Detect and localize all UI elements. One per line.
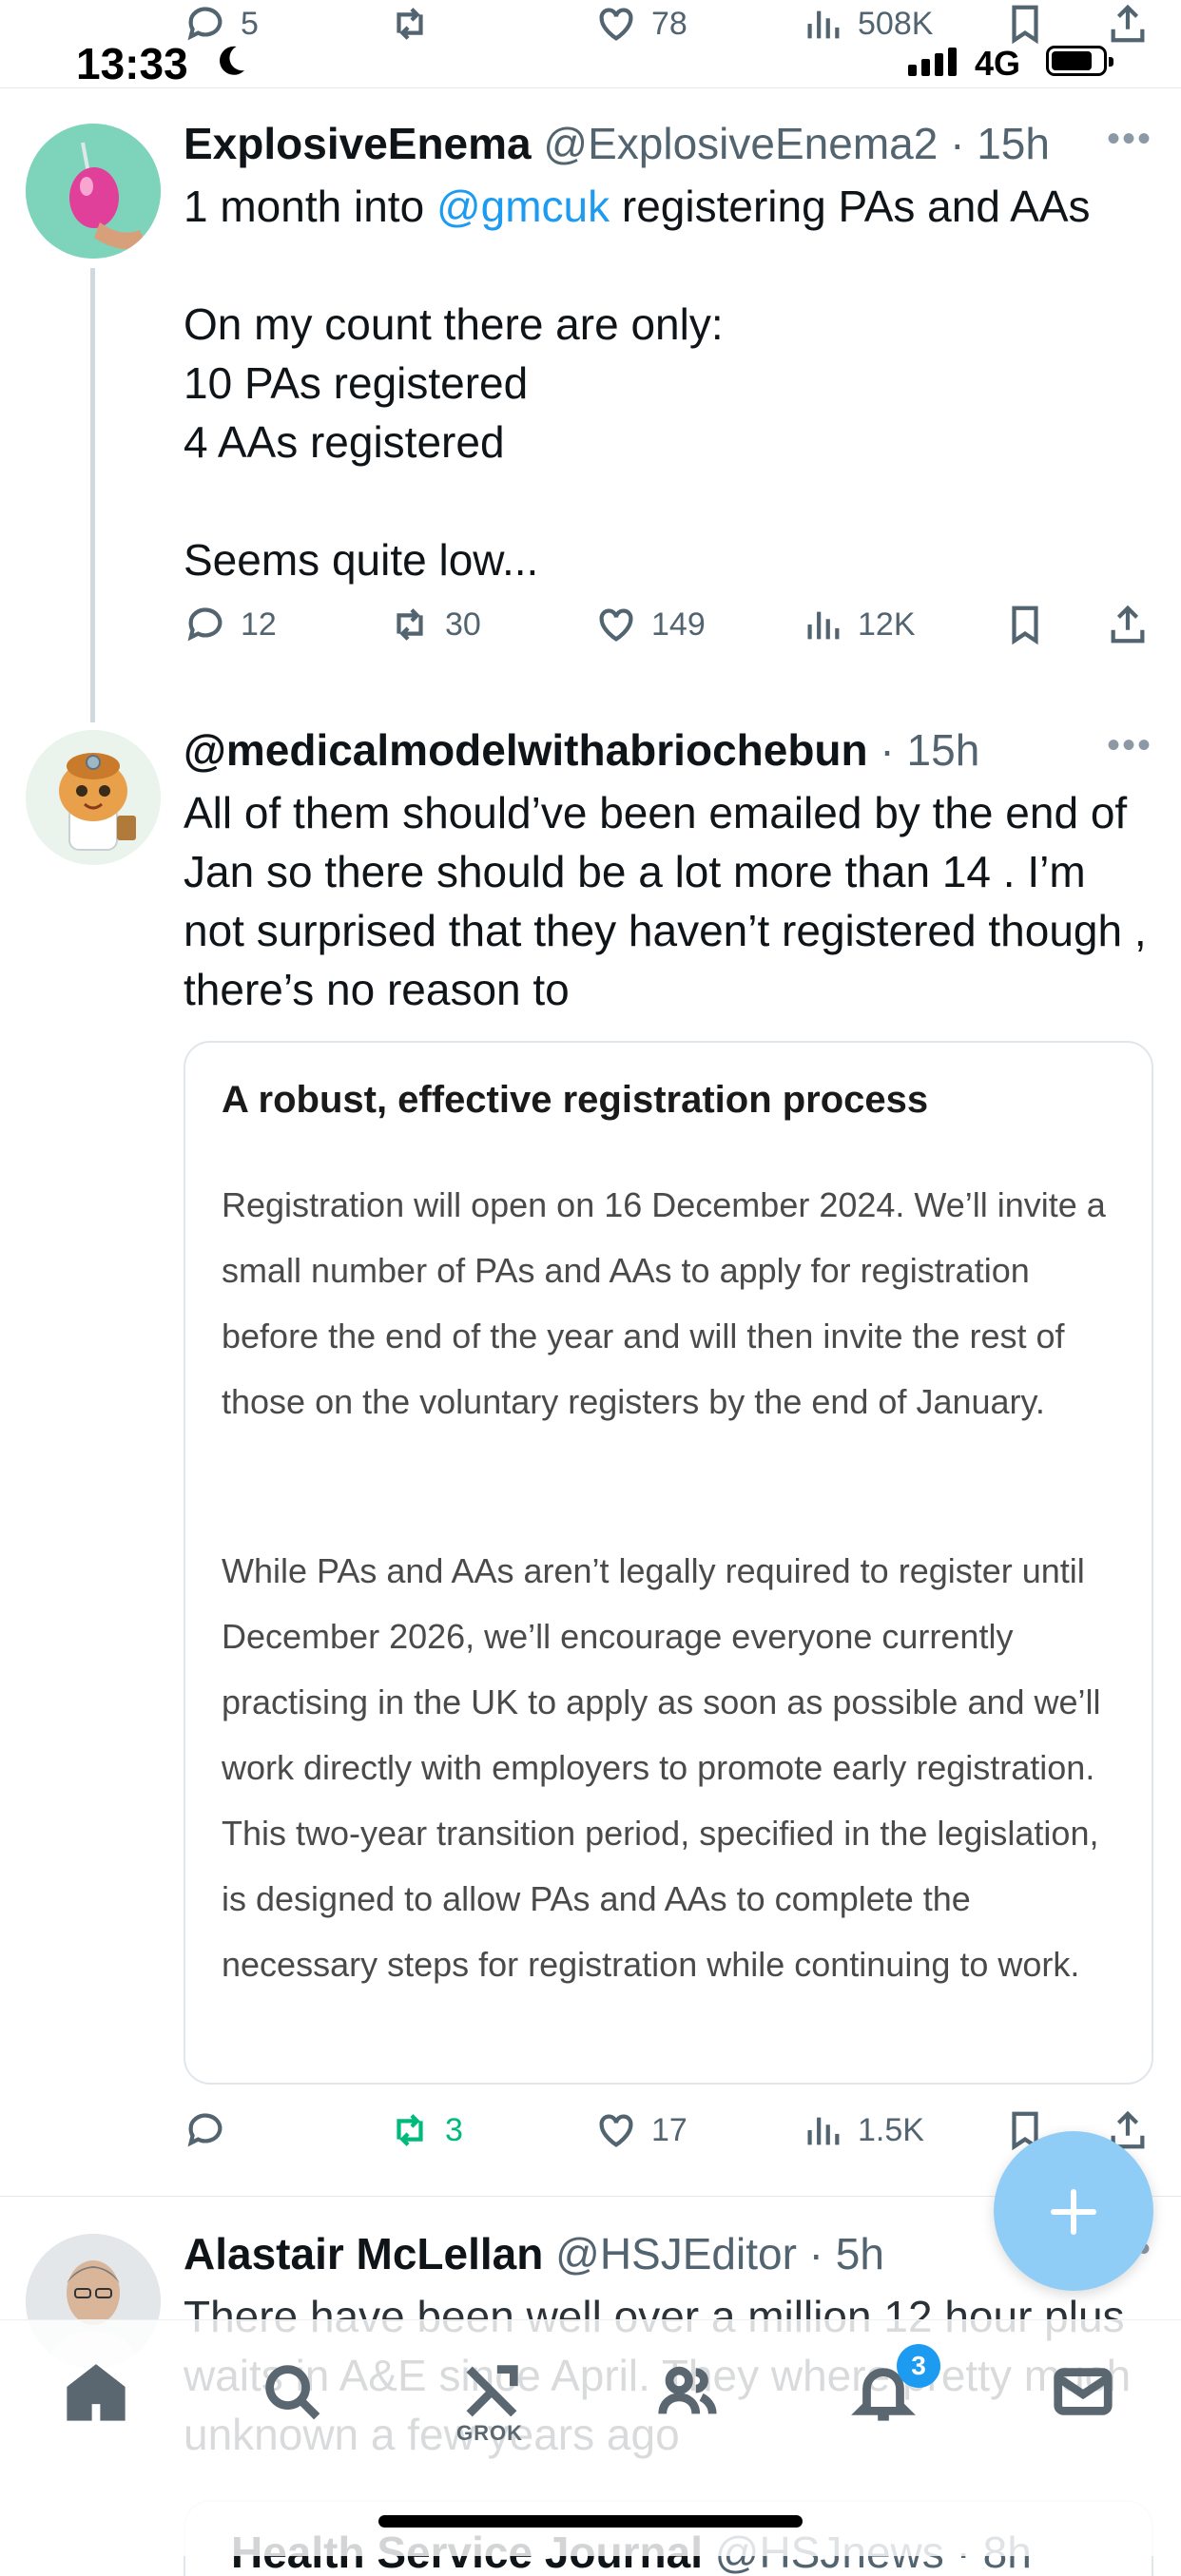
retweet-button[interactable]: 3: [388, 2108, 463, 2152]
moon-icon: [220, 46, 244, 75]
heart-icon: [599, 2114, 633, 2147]
reply-count: 12: [241, 606, 277, 643]
tweet-author[interactable]: @medicalmodelwithabriochebun · 15h: [184, 724, 979, 776]
divider: [0, 87, 1181, 88]
tweet-actions: 3 17 1.5K: [0, 2108, 1181, 2165]
author-handle[interactable]: @HSJEditor: [555, 2229, 797, 2278]
avatar[interactable]: [26, 730, 161, 865]
author-name[interactable]: @medicalmodelwithabriochebun: [184, 725, 868, 775]
reply-button[interactable]: [184, 2108, 227, 2152]
avatar[interactable]: [26, 124, 161, 259]
notifications-badge: 3: [897, 2344, 940, 2388]
author-name[interactable]: ExplosiveEnema: [184, 119, 532, 168]
views-icon: [807, 2117, 840, 2145]
text-line: 10 PAs registered: [184, 358, 529, 408]
like-count: 149: [651, 606, 706, 643]
battery-icon: [1046, 46, 1113, 76]
reply-icon: [187, 2113, 223, 2147]
quote-paragraph: Registration will open on 16 December 20…: [222, 1185, 1106, 1421]
view-count: 12K: [858, 606, 916, 643]
like-count: 17: [651, 2111, 687, 2148]
view-count: 1.5K: [858, 2111, 924, 2148]
status-bar: 13:33 4G: [0, 0, 1181, 88]
mention-link[interactable]: @gmcuk: [436, 182, 610, 231]
grok-icon: [466, 2365, 518, 2417]
share-icon: [1111, 605, 1145, 644]
text-line: On my count there are only:: [184, 299, 724, 349]
tweet-text: 1 month into @gmcuk registering PAs and …: [184, 177, 1153, 589]
nav-grok[interactable]: [458, 2358, 525, 2425]
nav-home[interactable]: [63, 2358, 129, 2425]
share-button[interactable]: [1106, 603, 1150, 646]
grok-label: GROK: [456, 2421, 523, 2445]
quoted-card[interactable]: A robust, effective registration process…: [184, 1041, 1153, 2085]
like-button[interactable]: 17: [594, 2108, 687, 2152]
tweet-time[interactable]: 5h: [836, 2229, 884, 2278]
retweet-count: 30: [445, 606, 481, 643]
bookmark-button[interactable]: [1003, 603, 1047, 646]
tweet-time[interactable]: 15h: [977, 119, 1050, 168]
views-button[interactable]: 12K: [801, 603, 916, 646]
signal-icon: [908, 48, 957, 76]
views-button[interactable]: 1.5K: [801, 2108, 924, 2152]
reply-button[interactable]: 12: [184, 603, 277, 646]
status-time: 13:33: [76, 39, 188, 88]
more-options-icon[interactable]: •••: [1107, 724, 1152, 767]
enema-bulb-avatar-icon: [26, 124, 161, 259]
brioche-doctor-avatar-icon: [26, 730, 161, 865]
tweet-author[interactable]: ExplosiveEnema @ExplosiveEnema2 · 15h: [184, 118, 1050, 169]
home-icon: [67, 2364, 126, 2421]
separator-dot: ·: [867, 725, 907, 775]
tweet-time[interactable]: 15h: [907, 725, 980, 775]
separator-dot: ·: [796, 2229, 836, 2278]
nav-search[interactable]: [259, 2358, 325, 2425]
communities-icon: [658, 2366, 717, 2414]
text-line: 4 AAs registered: [184, 417, 505, 467]
retweet-icon: [397, 608, 423, 641]
bookmark-icon: [1012, 606, 1038, 645]
reply-icon: [187, 607, 223, 642]
author-handle[interactable]: @ExplosiveEnema2: [543, 119, 938, 168]
text-segment: registering PAs and AAs: [610, 182, 1091, 231]
home-indicator[interactable]: [378, 2515, 803, 2528]
nav-communities[interactable]: [654, 2358, 721, 2425]
tweet-actions: 12 30 149 12K: [0, 603, 1181, 660]
compose-button[interactable]: [994, 2131, 1153, 2291]
tweet-author[interactable]: Alastair McLellan @HSJEditor · 5h: [184, 2228, 884, 2279]
separator-dot: ·: [938, 119, 978, 168]
retweet-icon: [397, 2114, 423, 2146]
mail-icon: [1054, 2368, 1113, 2415]
views-icon: [807, 611, 840, 640]
more-options-icon[interactable]: •••: [1107, 118, 1152, 161]
retweet-button[interactable]: 30: [388, 603, 481, 646]
search-icon: [265, 2365, 320, 2420]
heart-icon: [599, 608, 633, 642]
quote-paragraph: While PAs and AAs aren’t legally require…: [222, 1551, 1101, 1984]
text-segment: 1 month into: [184, 182, 436, 231]
like-button[interactable]: 149: [594, 603, 706, 646]
quote-title: A robust, effective registration process: [222, 1079, 929, 1121]
text-line: Seems quite low...: [184, 535, 539, 585]
author-name[interactable]: Alastair McLellan: [184, 2229, 543, 2278]
tweet-text: All of them should’ve been emailed by th…: [184, 788, 1147, 1014]
nav-messages[interactable]: [1050, 2358, 1116, 2425]
retweet-count: 3: [445, 2111, 463, 2148]
network-type: 4G: [975, 44, 1021, 83]
